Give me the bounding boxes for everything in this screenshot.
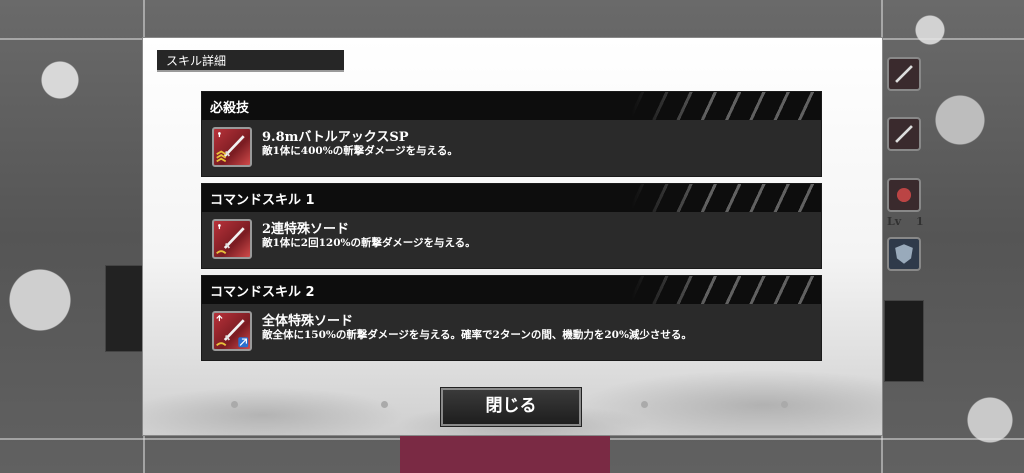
skill-category-header: コマンドスキル 1 [202, 184, 821, 212]
decorative-rivet [381, 401, 388, 408]
bg-shield-icon [887, 237, 921, 271]
sword-icon [212, 219, 252, 259]
skill-description: 敵1体に2回120%の斬撃ダメージを与える。 [262, 237, 476, 249]
decorative-rivet [781, 401, 788, 408]
skill-description: 敵1体に400%の斬撃ダメージを与える。 [262, 145, 458, 157]
bg-skill-icon [887, 178, 921, 212]
skill-detail-dialog: スキル詳細 必殺技 9.8mバトルアックスSP 敵1体に400%の斬撃ダメージを… [143, 38, 882, 435]
skill-category-label: コマンドスキル 1 [210, 193, 315, 208]
bg-panel [105, 265, 145, 352]
bg-level-label: Lv [887, 215, 902, 228]
skill-category-label: コマンドスキル 2 [210, 285, 315, 300]
bg-level-value: 1 [916, 215, 924, 228]
skill-card-command-2: コマンドスキル 2 全体特殊ソード 敵全体に150%の斬撃ダメージを与える。確率… [201, 275, 822, 361]
bg-weapon-icon [887, 57, 921, 91]
bg-character [400, 432, 610, 473]
sword-icon [212, 311, 252, 351]
skill-category-header: コマンドスキル 2 [202, 276, 821, 304]
decorative-rivet [641, 401, 648, 408]
skill-card-special: 必殺技 9.8mバトルアックスSP 敵1体に400%の斬撃ダメージを与える。 [201, 91, 822, 177]
skill-card-command-1: コマンドスキル 1 2連特殊ソード 敵1体に2回120%の斬撃ダメージを与える。 [201, 183, 822, 269]
skill-body: 全体特殊ソード 敵全体に150%の斬撃ダメージを与える。確率で2ターンの間、機動… [202, 304, 821, 360]
bg-panel [884, 300, 924, 382]
bg-weapon-icon [887, 117, 921, 151]
skill-body: 2連特殊ソード 敵1体に2回120%の斬撃ダメージを与える。 [202, 212, 821, 268]
skill-description: 敵全体に150%の斬撃ダメージを与える。確率で2ターンの間、機動力を20%減少さ… [262, 329, 692, 341]
sword-icon [212, 127, 252, 167]
decorative-rivet [231, 401, 238, 408]
skill-category-label: 必殺技 [210, 101, 250, 116]
close-button[interactable]: 閉じる [441, 388, 581, 426]
dialog-title: スキル詳細 [157, 50, 344, 72]
skill-body: 9.8mバトルアックスSP 敵1体に400%の斬撃ダメージを与える。 [202, 120, 821, 176]
skill-category-header: 必殺技 [202, 92, 821, 120]
